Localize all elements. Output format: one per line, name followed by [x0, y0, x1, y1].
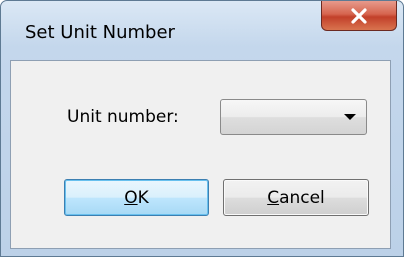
- close-x-icon: [351, 7, 367, 24]
- cancel-button[interactable]: Cancel: [223, 179, 369, 216]
- unit-number-label: Unit number:: [67, 107, 179, 127]
- title-bar[interactable]: Set Unit Number: [1, 1, 403, 43]
- chevron-down-icon: [344, 114, 356, 120]
- window-title: Set Unit Number: [25, 22, 175, 43]
- ok-label-rest: K: [137, 187, 149, 208]
- ok-mnemonic: O: [124, 187, 138, 208]
- dialog-window: Set Unit Number Unit number: OK Cancel: [0, 0, 404, 257]
- unit-number-dropdown[interactable]: [220, 99, 367, 135]
- close-button[interactable]: [321, 1, 397, 31]
- cancel-mnemonic: C: [267, 187, 280, 208]
- dialog-client-area: Unit number: OK Cancel: [10, 60, 391, 249]
- ok-button[interactable]: OK: [64, 179, 209, 216]
- cancel-label-rest: ancel: [279, 187, 325, 208]
